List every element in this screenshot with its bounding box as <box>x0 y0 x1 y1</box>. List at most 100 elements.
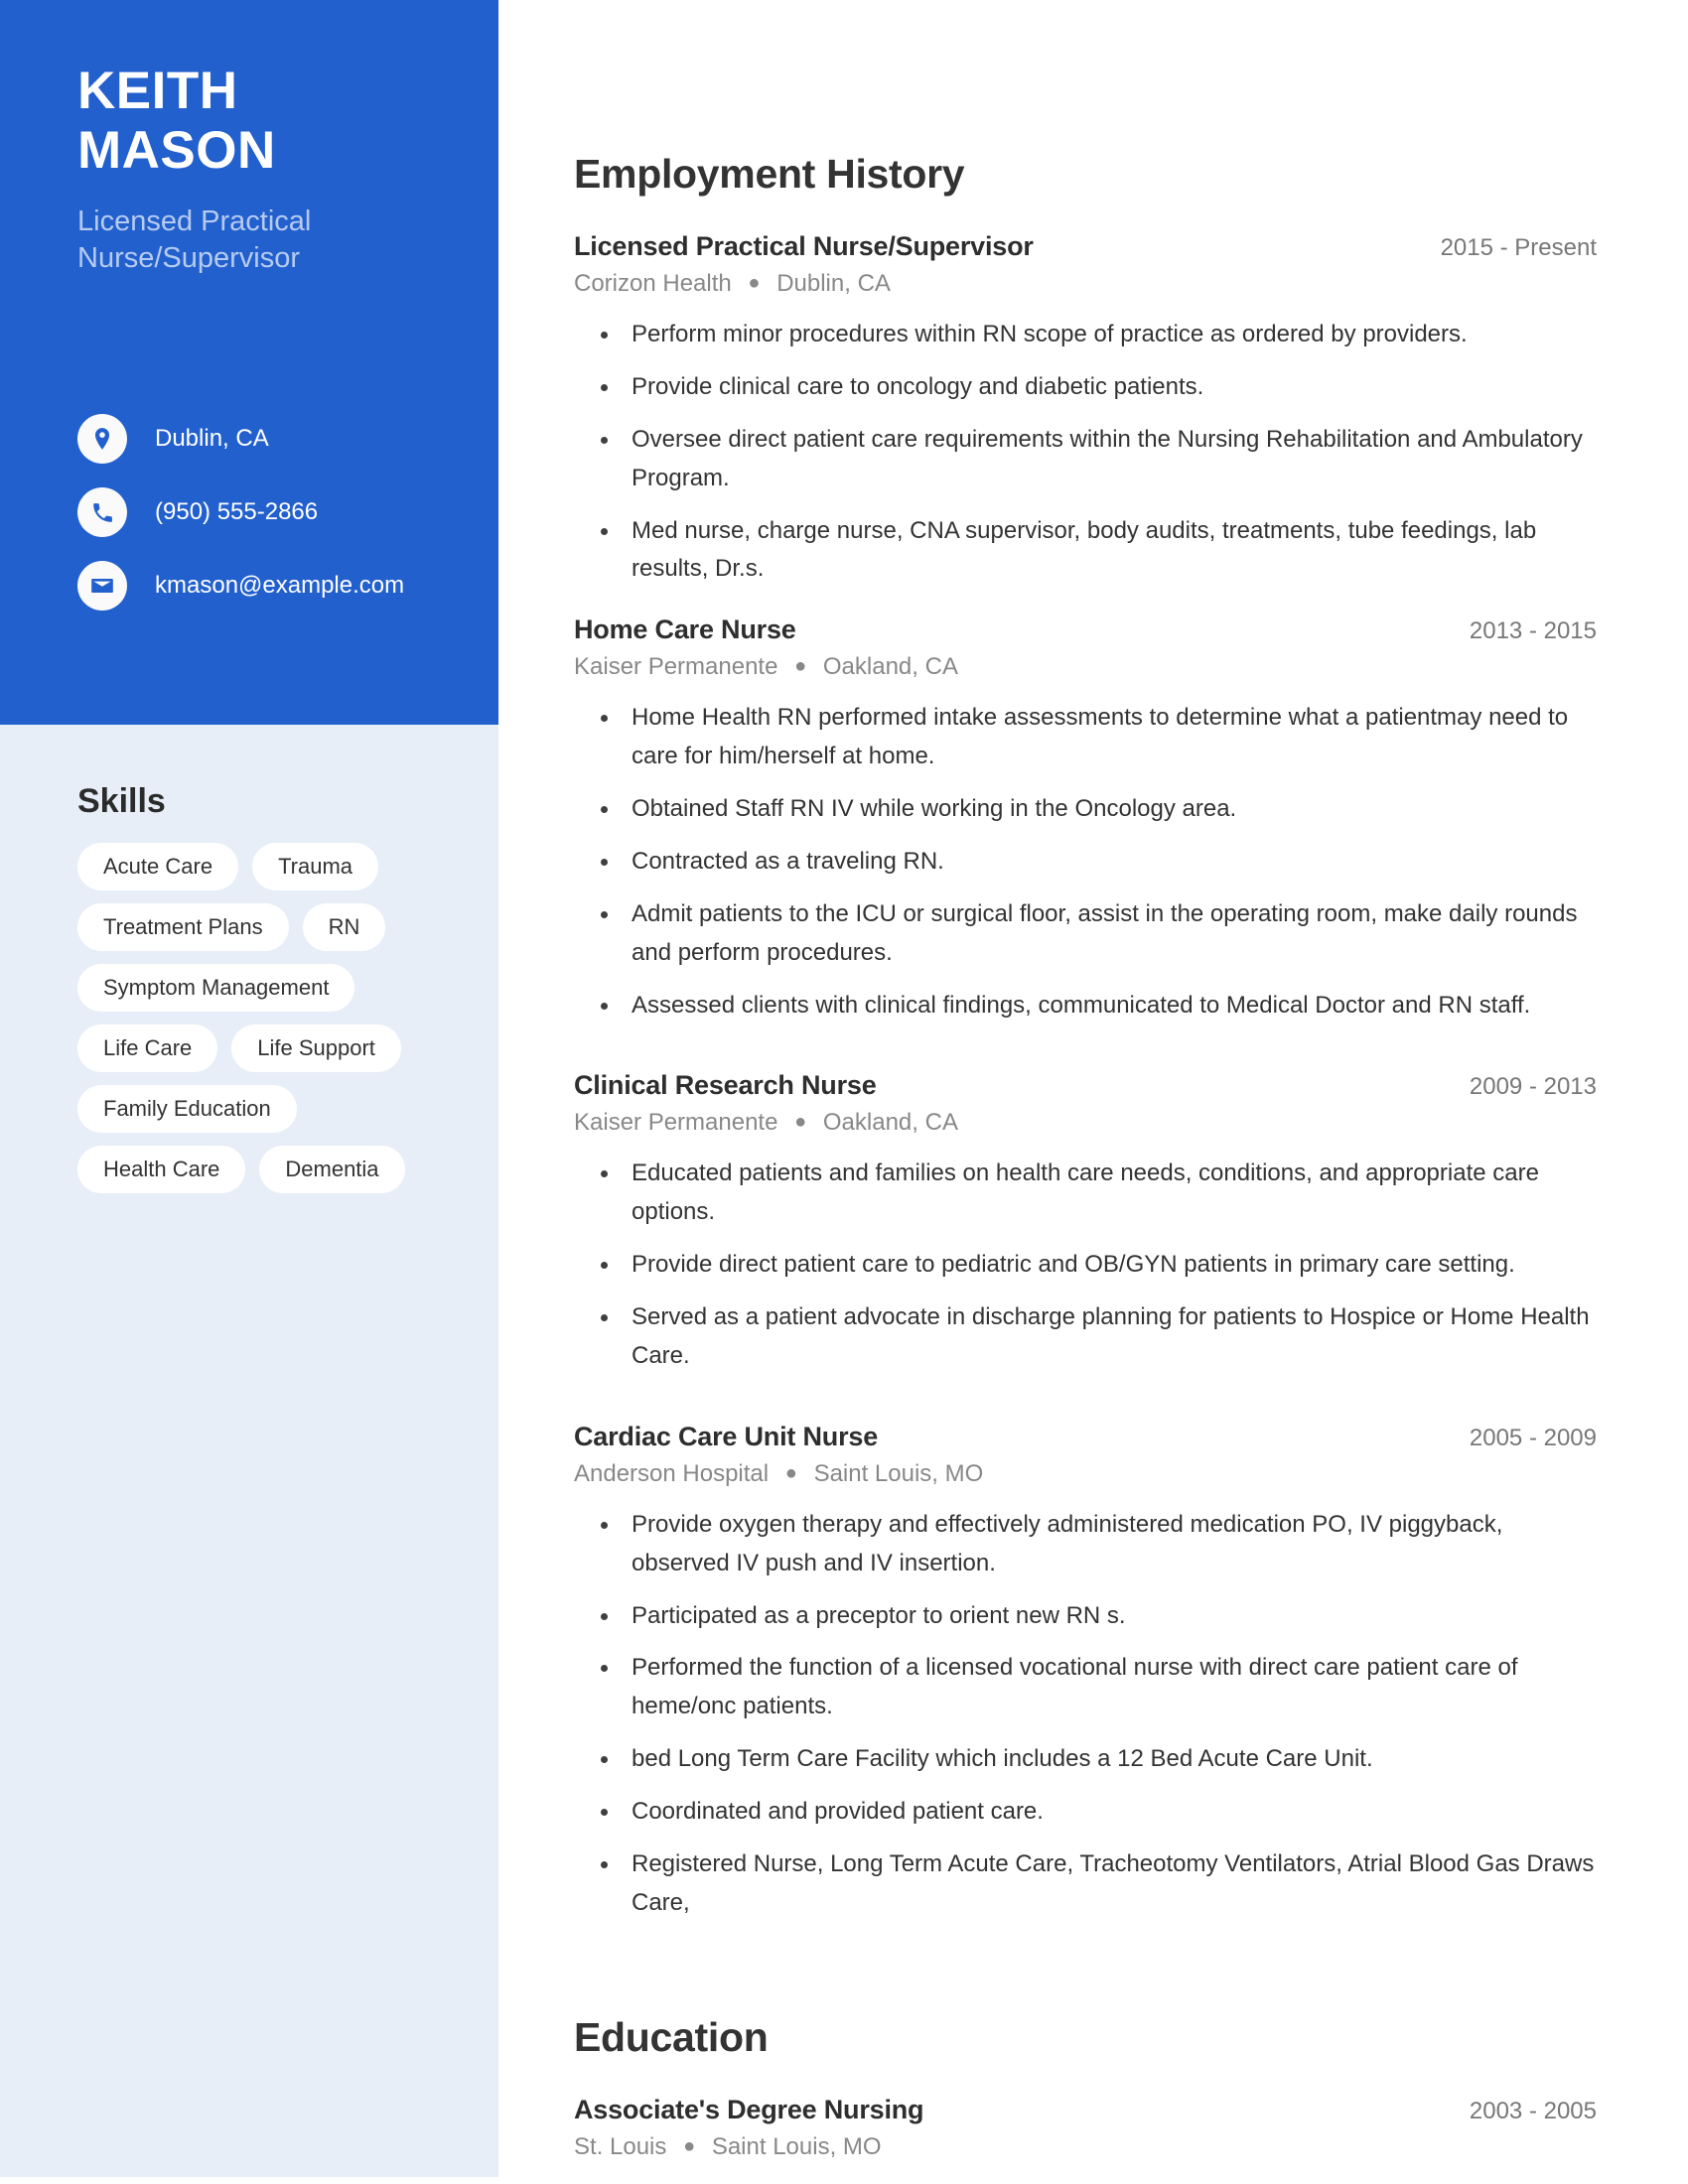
skill-tag[interactable]: Acute Care <box>77 843 239 890</box>
degree-dates: 2003 - 2005 <box>1469 2097 1597 2124</box>
job-bullet: Perform minor procedures within RN scope… <box>574 316 1597 354</box>
job-bullet: Assessed clients with clinical findings,… <box>574 987 1597 1025</box>
contact-value-phone: (950) 555-2866 <box>155 498 319 525</box>
meta-separator-dot-icon: ● <box>794 1111 807 1134</box>
contact-item-phone[interactable]: (950) 555-2866 <box>77 476 494 549</box>
job-bullet: Obtained Staff RN IV while working in th… <box>574 790 1597 829</box>
job-meta: Kaiser Permanente ● Oakland, CA <box>574 653 1597 681</box>
resume-page: KEITH MASON Licensed Practical Nurse/Sup… <box>0 0 1688 2184</box>
job-bullet-list: Provide oxygen therapy and effectively a… <box>574 1506 1597 1923</box>
job-dates: 2009 - 2013 <box>1469 1073 1597 1101</box>
sidebar: KEITH MASON Licensed Practical Nurse/Sup… <box>0 0 498 2177</box>
job-company: Kaiser Permanente <box>574 1109 778 1137</box>
job-dates: 2005 - 2009 <box>1469 1424 1597 1451</box>
profile-headline: Licensed Practical Nurse/Supervisor <box>77 205 312 274</box>
skill-tag[interactable]: Trauma <box>252 843 379 890</box>
job-title: Licensed Practical Nurse/Supervisor <box>574 231 1034 262</box>
skills-section-title: Skills <box>77 782 166 820</box>
main-content: Employment History Licensed Practical Nu… <box>574 0 1597 2161</box>
skill-tag[interactable]: RN <box>302 903 386 951</box>
skill-row: Health Care Dementia <box>77 1146 475 1193</box>
job-location: Oakland, CA <box>822 653 958 681</box>
job-dates: 2013 - 2015 <box>1469 617 1597 645</box>
employment-history-section: Employment History Licensed Practical Nu… <box>574 151 1597 1923</box>
skill-tag[interactable]: Life Support <box>231 1024 401 1072</box>
job-location: Dublin, CA <box>776 270 891 298</box>
job-bullet: Provide direct patient care to pediatric… <box>574 1246 1597 1285</box>
degree-title: Associate's Degree Nursing <box>574 2094 924 2124</box>
first-name: KEITH <box>77 62 238 120</box>
job-bullet-list: Perform minor procedures within RN scope… <box>574 316 1597 589</box>
meta-separator-dot-icon: ● <box>794 655 807 678</box>
job-location: Oakland, CA <box>822 1109 958 1137</box>
identity-block: KEITH MASON Licensed Practical Nurse/Sup… <box>77 62 475 277</box>
job-bullet: Oversee direct patient care requirements… <box>574 421 1597 498</box>
education-section-title: Education <box>574 2013 769 2060</box>
skill-tag[interactable]: Treatment Plans <box>77 903 289 951</box>
job-bullet: Home Health RN performed intake assessme… <box>574 699 1597 776</box>
skill-row: Life Care Life Support <box>77 1024 475 1072</box>
entry-header: Clinical Research Nurse 2009 - 2013 <box>574 1070 1597 1101</box>
contact-value-location: Dublin, CA <box>155 425 269 452</box>
job-bullet: Registered Nurse, Long Term Acute Care, … <box>574 1845 1597 1923</box>
employment-entry: Home Care Nurse 2013 - 2015 Kaiser Perma… <box>574 614 1597 1024</box>
employment-entry: Cardiac Care Unit Nurse 2005 - 2009 Ande… <box>574 1422 1597 1923</box>
skill-tag[interactable]: Dementia <box>259 1146 405 1193</box>
job-bullet: Performed the function of a licensed voc… <box>574 1649 1597 1726</box>
job-company: Anderson Hospital <box>574 1459 770 1487</box>
skills-section: Skills Acute Care Trauma Treatment Plans… <box>77 782 475 1206</box>
meta-separator-dot-icon: ● <box>784 1461 797 1484</box>
skill-tag[interactable]: Symptom Management <box>77 964 355 1012</box>
education-section: Education Associate's Degree Nursing 200… <box>574 2014 1597 2161</box>
location-pin-icon <box>77 414 127 464</box>
job-title: Cardiac Care Unit Nurse <box>574 1421 879 1451</box>
education-entry: Associate's Degree Nursing 2003 - 2005 S… <box>574 2095 1597 2161</box>
skill-tag-rows: Acute Care Trauma Treatment Plans RN Sym… <box>77 843 475 1193</box>
job-bullet-list: Educated patients and families on health… <box>574 1155 1597 1375</box>
meta-separator-dot-icon: ● <box>683 2134 696 2157</box>
contact-item-location[interactable]: Dublin, CA <box>77 402 494 476</box>
job-meta: Kaiser Permanente ● Oakland, CA <box>574 1109 1597 1137</box>
job-title: Clinical Research Nurse <box>574 1070 877 1101</box>
entry-header: Licensed Practical Nurse/Supervisor 2015… <box>574 231 1597 262</box>
phone-icon <box>77 487 127 537</box>
meta-separator-dot-icon: ● <box>748 272 761 295</box>
job-bullet: Admit patients to the ICU or surgical fl… <box>574 895 1597 973</box>
employment-section-title: Employment History <box>574 151 965 197</box>
job-bullet: Coordinated and provided patient care. <box>574 1793 1597 1832</box>
employment-entry: Licensed Practical Nurse/Supervisor 2015… <box>574 231 1597 589</box>
job-bullet: Educated patients and families on health… <box>574 1155 1597 1232</box>
job-bullet: Participated as a preceptor to orient ne… <box>574 1597 1597 1636</box>
skill-tag[interactable]: Life Care <box>77 1024 218 1072</box>
contact-item-email[interactable]: kmason@example.com <box>77 549 494 622</box>
job-bullet: bed Long Term Care Facility which includ… <box>574 1740 1597 1779</box>
job-bullet: Contracted as a traveling RN. <box>574 843 1597 882</box>
skill-tag[interactable]: Health Care <box>77 1146 246 1193</box>
entry-header: Associate's Degree Nursing 2003 - 2005 <box>574 2095 1597 2125</box>
skill-row: Symptom Management <box>77 964 475 1012</box>
employment-entry: Clinical Research Nurse 2009 - 2013 Kais… <box>574 1070 1597 1375</box>
school-name: St. Louis <box>574 2132 667 2160</box>
skill-row: Family Education <box>77 1085 475 1133</box>
school-location: Saint Louis, MO <box>711 2132 882 2160</box>
job-bullet-list: Home Health RN performed intake assessme… <box>574 699 1597 1024</box>
skill-row: Treatment Plans RN <box>77 903 475 951</box>
last-name: MASON <box>77 121 276 181</box>
contact-value-email: kmason@example.com <box>155 572 405 599</box>
skill-row: Acute Care Trauma <box>77 843 475 890</box>
job-title: Home Care Nurse <box>574 614 796 645</box>
job-bullet: Med nurse, charge nurse, CNA supervisor,… <box>574 512 1597 590</box>
job-bullet: Provide clinical care to oncology and di… <box>574 368 1597 407</box>
job-location: Saint Louis, MO <box>813 1459 984 1487</box>
degree-meta: St. Louis ● Saint Louis, MO <box>574 2133 1597 2161</box>
job-meta: Anderson Hospital ● Saint Louis, MO <box>574 1460 1597 1488</box>
envelope-icon <box>77 561 127 611</box>
entry-header: Home Care Nurse 2013 - 2015 <box>574 614 1597 645</box>
contact-list: Dublin, CA (950) 555-2866 kmason@example… <box>77 402 494 622</box>
job-company: Corizon Health <box>574 270 732 298</box>
job-meta: Corizon Health ● Dublin, CA <box>574 270 1597 298</box>
job-dates: 2015 - Present <box>1440 234 1597 262</box>
job-bullet: Served as a patient advocate in discharg… <box>574 1298 1597 1376</box>
skill-tag[interactable]: Family Education <box>77 1085 297 1133</box>
entry-header: Cardiac Care Unit Nurse 2005 - 2009 <box>574 1422 1597 1452</box>
